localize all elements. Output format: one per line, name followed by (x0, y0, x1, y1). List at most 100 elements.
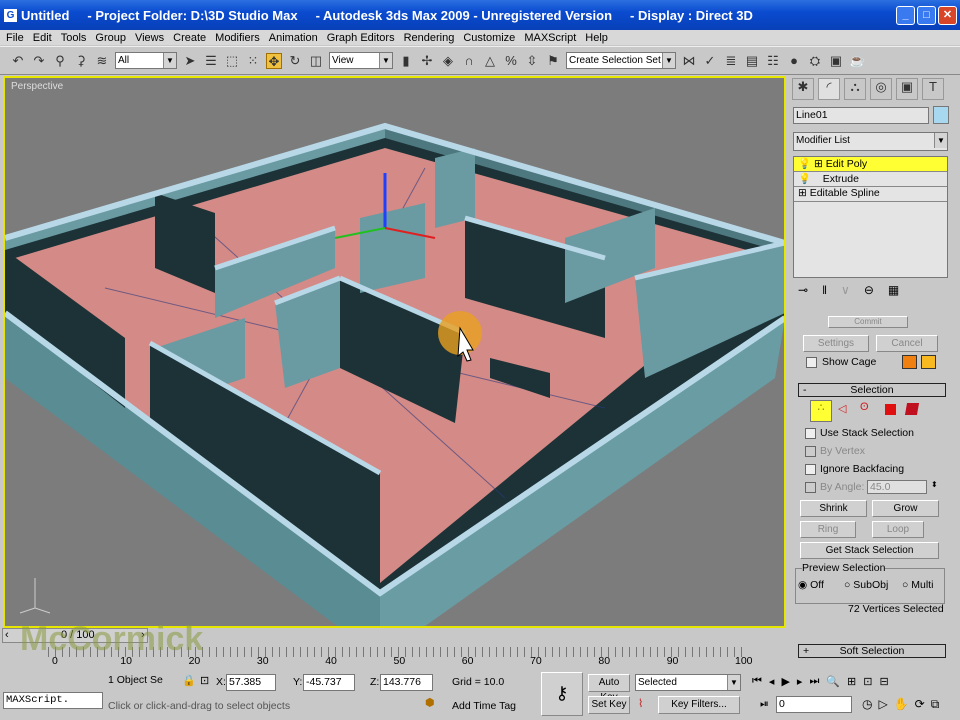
motion-tab-icon[interactable]: ◎ (870, 78, 892, 100)
create-tab-icon[interactable]: ✱ (792, 78, 814, 100)
snap-icon[interactable]: ∩ (461, 53, 477, 69)
material-editor-icon[interactable]: ● (786, 53, 802, 69)
set-key-button[interactable]: Set Key (588, 696, 630, 714)
mirror-icon[interactable]: ⋈ (681, 53, 697, 69)
key-filters-button[interactable]: Key Filters... (658, 696, 740, 714)
zoom-all-icon[interactable]: ⊞ (847, 675, 856, 688)
menu-group[interactable]: Group (95, 32, 126, 44)
angle-snap-icon[interactable]: △ (482, 53, 498, 69)
y-coordinate-field[interactable]: -45.737 (303, 674, 355, 691)
go-to-end-icon[interactable]: ⏭ (809, 675, 819, 688)
pivot-icon[interactable]: ▮ (398, 53, 414, 69)
show-end-result-icon[interactable]: ‖ (822, 283, 827, 297)
zoom-icon[interactable]: 🔍 (826, 675, 840, 688)
render-setup-icon[interactable]: ⛭ (807, 53, 823, 69)
by-vertex-checkbox[interactable] (805, 446, 816, 457)
ring-button[interactable]: Ring (800, 521, 856, 538)
align-icon[interactable]: ✓ (702, 53, 718, 69)
menu-file[interactable]: File (6, 32, 24, 44)
manipulate-icon[interactable]: ✢ (419, 53, 435, 69)
rotate-icon[interactable]: ↻ (287, 53, 303, 69)
menu-customize[interactable]: Customize (463, 32, 515, 44)
set-key-icon[interactable]: ⚷ (541, 672, 583, 716)
menu-rendering[interactable]: Rendering (404, 32, 455, 44)
key-mode-dropdown[interactable]: Selected ▼ (635, 674, 741, 691)
cancel-button[interactable]: Cancel (876, 335, 938, 352)
key-mode-toggle-icon[interactable]: ⏯ (760, 698, 769, 711)
keyboard-shortcut-icon[interactable]: ◈ (440, 53, 456, 69)
layer-manager-icon[interactable]: ≣ (723, 53, 739, 69)
select-icon[interactable]: ➤ (182, 53, 198, 69)
absolute-mode-icon[interactable]: ⊡ (200, 674, 209, 687)
modifier-list-dropdown[interactable]: Modifier List ▼ (793, 132, 948, 151)
by-angle-checkbox[interactable] (805, 482, 816, 493)
remove-modifier-icon[interactable]: ⊖ (864, 283, 874, 297)
field-of-view-icon[interactable]: ▷ (878, 697, 887, 712)
next-frame-icon[interactable]: ▸ (797, 675, 803, 688)
z-coordinate-field[interactable]: 143.776 (380, 674, 433, 691)
shrink-button[interactable]: Shrink (800, 500, 867, 517)
commit-button[interactable]: Commit (828, 316, 908, 328)
get-stack-selection-button[interactable]: Get Stack Selection (800, 542, 939, 559)
rect-region-icon[interactable]: ⬚ (224, 53, 240, 69)
menu-modifiers[interactable]: Modifiers (215, 32, 260, 44)
modify-tab-icon[interactable]: ◜ (818, 78, 840, 100)
object-color-swatch[interactable] (933, 106, 949, 124)
orbit-icon[interactable]: ⟳ (915, 697, 925, 712)
quick-render-icon[interactable]: ☕ (849, 53, 865, 69)
pan-icon[interactable]: ✋ (894, 697, 909, 712)
selection-rollout-header[interactable]: - Selection (798, 383, 946, 397)
pin-stack-icon[interactable]: ⊸ (798, 283, 808, 297)
link-icon[interactable]: ⚲ (52, 53, 68, 69)
object-name-field[interactable]: Line01 (793, 107, 929, 124)
move-icon[interactable]: ✥ (266, 52, 282, 69)
edge-mode-icon[interactable]: ◁ (838, 402, 846, 415)
menu-help[interactable]: Help (585, 32, 608, 44)
minimize-button[interactable]: _ (896, 6, 915, 25)
menu-animation[interactable]: Animation (269, 32, 318, 44)
soft-selection-rollout-header[interactable]: + Soft Selection (798, 644, 946, 658)
selection-filter-dropdown[interactable]: All ▼ (115, 52, 177, 69)
vertex-mode-icon[interactable]: ∴ (810, 400, 832, 422)
time-config-icon[interactable]: ◷ (862, 697, 872, 712)
previous-frame-icon[interactable]: ◂ (769, 675, 775, 688)
selection-lock-icon[interactable]: 🔒 (182, 674, 196, 687)
menu-views[interactable]: Views (135, 32, 164, 44)
named-selection-dropdown[interactable]: Create Selection Set ▼ (566, 52, 676, 69)
menu-maxscript[interactable]: MAXScript (524, 32, 576, 44)
time-tag-icon[interactable]: ⬢ (425, 696, 435, 709)
menu-tools[interactable]: Tools (61, 32, 87, 44)
polygon-mode-icon[interactable] (885, 404, 896, 415)
unlink-icon[interactable]: ⚳ (73, 53, 89, 69)
settings-button[interactable]: Settings (803, 335, 869, 352)
scale-icon[interactable]: ◫ (308, 53, 324, 69)
play-icon[interactable]: ▶ (781, 675, 789, 688)
loop-button[interactable]: Loop (872, 521, 924, 538)
current-frame-field[interactable]: 0 (776, 696, 852, 713)
schematic-view-icon[interactable]: ☷ (765, 53, 781, 69)
window-crossing-icon[interactable]: ⁙ (245, 53, 261, 69)
use-stack-selection-checkbox[interactable] (805, 428, 816, 439)
reference-coord-dropdown[interactable]: View ▼ (329, 52, 393, 69)
cage-color-swatch[interactable] (902, 355, 917, 369)
show-cage-checkbox[interactable] (806, 357, 817, 368)
x-coordinate-field[interactable]: 57.385 (226, 674, 276, 691)
spinner-snap-icon[interactable]: ⇳ (524, 53, 540, 69)
border-mode-icon[interactable]: ʘ (860, 401, 869, 413)
rendered-frame-icon[interactable]: ▣ (828, 53, 844, 69)
bind-spacewarp-icon[interactable]: ≋ (94, 53, 110, 69)
hierarchy-tab-icon[interactable]: ⛬ (844, 78, 866, 100)
preview-off-radio[interactable]: ◉ Off (798, 579, 824, 591)
utilities-tab-icon[interactable]: T (922, 78, 944, 100)
cage-selected-color-swatch[interactable] (921, 355, 936, 369)
stack-item-edit-poly[interactable]: 💡 ⊞ Edit Poly (794, 157, 947, 172)
menu-edit[interactable]: Edit (33, 32, 52, 44)
angle-spinner-icon[interactable]: ⬍ (931, 480, 938, 489)
make-unique-icon[interactable]: ∨ (841, 283, 850, 297)
redo-icon[interactable]: ↷ (31, 53, 47, 69)
by-angle-field[interactable]: 45.0 (867, 480, 927, 494)
perspective-viewport[interactable]: Perspective (3, 76, 786, 628)
maximize-viewport-icon[interactable]: ⧉ (931, 697, 940, 712)
grow-button[interactable]: Grow (872, 500, 939, 517)
display-tab-icon[interactable]: ▣ (896, 78, 918, 100)
